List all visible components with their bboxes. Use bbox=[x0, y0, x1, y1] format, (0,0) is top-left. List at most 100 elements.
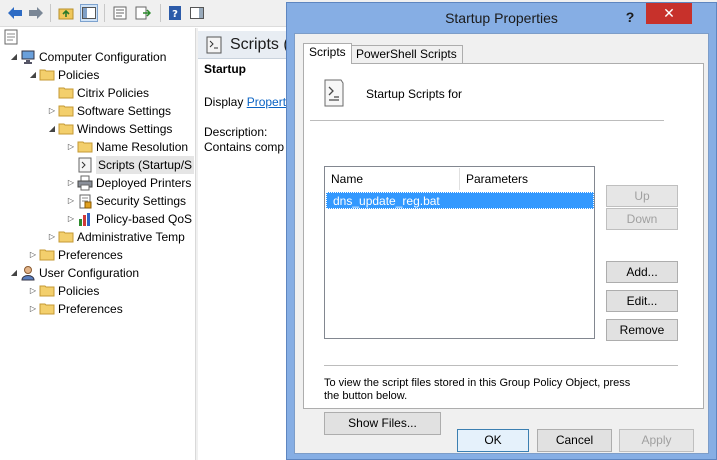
info-text-line-2: the button below. bbox=[324, 390, 408, 402]
tab-powershell-scripts[interactable]: PowerShell Scripts bbox=[350, 45, 463, 63]
ok-button[interactable]: OK bbox=[457, 429, 529, 452]
tree-item-label: Computer Configuration bbox=[39, 50, 167, 64]
up-button[interactable]: Up bbox=[606, 185, 678, 207]
tree-item[interactable]: ▷ Administrative Temp bbox=[46, 228, 185, 246]
column-header-name[interactable]: Name bbox=[325, 167, 363, 191]
cancel-button[interactable]: Cancel bbox=[537, 429, 612, 452]
collapsed-arrow-icon[interactable]: ▷ bbox=[65, 192, 77, 210]
tree-item[interactable]: Scripts (Startup/S bbox=[65, 156, 195, 174]
script-icon bbox=[77, 157, 93, 173]
dialog-help-button[interactable]: ? bbox=[619, 6, 641, 28]
up-one-level-button[interactable] bbox=[57, 4, 75, 22]
close-icon: ✕ bbox=[663, 5, 675, 21]
tree-item-label: Policies bbox=[58, 284, 100, 298]
properties-button[interactable] bbox=[111, 4, 129, 22]
collapsed-arrow-icon[interactable]: ▷ bbox=[27, 246, 39, 264]
tree-item[interactable]: ◢ Computer Configuration bbox=[8, 48, 166, 66]
folder-up-icon bbox=[58, 8, 74, 20]
tree-item[interactable]: ▷ Security Settings bbox=[65, 192, 186, 210]
scripts-list[interactable]: Name Parameters dns_update_reg.bat bbox=[324, 166, 595, 339]
tree-item[interactable]: ▷ Deployed Printers bbox=[65, 174, 191, 192]
document-icon bbox=[4, 29, 18, 45]
dialog-body: Scripts PowerShell Scripts Startup Scrip… bbox=[294, 33, 709, 454]
expanded-arrow-icon[interactable]: ◢ bbox=[8, 48, 20, 66]
svg-text:?: ? bbox=[172, 9, 178, 20]
properties-link[interactable]: Propert bbox=[247, 95, 286, 109]
folder-icon bbox=[58, 103, 74, 119]
tree-item[interactable]: ▷ Preferences bbox=[27, 300, 123, 318]
folder-icon bbox=[39, 67, 55, 83]
tree-item[interactable]: ▷ Name Resolution bbox=[65, 138, 188, 156]
tree-item-label: Policies bbox=[58, 68, 100, 82]
action-pane-icon bbox=[190, 7, 204, 19]
info-divider bbox=[324, 365, 678, 366]
expanded-arrow-icon[interactable]: ◢ bbox=[8, 264, 20, 282]
remove-button[interactable]: Remove bbox=[606, 319, 678, 341]
back-button[interactable] bbox=[6, 4, 24, 22]
forward-arrow-icon bbox=[29, 7, 43, 19]
tree-item-label: Name Resolution bbox=[96, 140, 189, 154]
script-file-icon bbox=[324, 79, 344, 107]
tree-item-label: Software Settings bbox=[77, 104, 172, 118]
tree-item-label: Scripts (Startup/S bbox=[96, 156, 195, 174]
user-icon bbox=[20, 265, 36, 281]
show-files-button[interactable]: Show Files... bbox=[324, 412, 441, 435]
info-text: To view the script files stored in this … bbox=[324, 377, 630, 403]
collapsed-arrow-icon[interactable]: ▷ bbox=[65, 174, 77, 192]
collapsed-arrow-icon[interactable]: ▷ bbox=[27, 282, 39, 300]
folder-icon bbox=[39, 247, 55, 263]
tree-item[interactable]: ▷ Policy-based QoS bbox=[65, 210, 192, 228]
printer-icon bbox=[77, 175, 93, 191]
export-list-button[interactable] bbox=[134, 4, 152, 22]
tree-item-label: Windows Settings bbox=[77, 122, 173, 136]
show-action-pane-button[interactable] bbox=[188, 4, 206, 22]
help-button[interactable]: ? bbox=[166, 4, 184, 22]
expanded-arrow-icon[interactable]: ◢ bbox=[27, 66, 39, 84]
back-arrow-icon bbox=[8, 7, 22, 19]
security-icon bbox=[77, 193, 93, 209]
tree-item[interactable]: ▷ Policies bbox=[27, 282, 99, 300]
add-button[interactable]: Add... bbox=[606, 261, 678, 283]
tree-root[interactable] bbox=[4, 28, 18, 46]
tree-item[interactable]: ◢ User Configuration bbox=[8, 264, 139, 282]
script-name-cell: dns_update_reg.bat bbox=[333, 194, 440, 208]
display-properties-line: Display Propert bbox=[204, 95, 286, 109]
expanded-arrow-icon[interactable]: ◢ bbox=[46, 120, 58, 138]
edit-button[interactable]: Edit... bbox=[606, 290, 678, 312]
collapsed-arrow-icon[interactable]: ▷ bbox=[46, 102, 58, 120]
collapsed-arrow-icon[interactable]: ▷ bbox=[46, 228, 58, 246]
tab-scripts[interactable]: Scripts bbox=[303, 43, 352, 64]
table-row[interactable]: dns_update_reg.bat bbox=[326, 192, 594, 209]
help-book-icon: ? bbox=[169, 6, 181, 20]
tree-item[interactable]: ◢ Policies bbox=[27, 66, 99, 84]
down-button[interactable]: Down bbox=[606, 208, 678, 230]
tree-item-label: Citrix Policies bbox=[77, 86, 150, 100]
tree-item[interactable]: ◢ Windows Settings bbox=[46, 120, 172, 138]
tree-item-label: Deployed Printers bbox=[96, 176, 192, 190]
folder-icon bbox=[77, 139, 93, 155]
tree-item[interactable]: ▷ Preferences bbox=[27, 246, 123, 264]
properties-icon bbox=[113, 6, 127, 20]
tree-item-label: Security Settings bbox=[96, 194, 187, 208]
header-divider bbox=[310, 120, 664, 121]
folder-icon bbox=[58, 229, 74, 245]
chart-icon bbox=[77, 211, 93, 227]
forward-button[interactable] bbox=[27, 4, 45, 22]
show-hide-console-tree-button[interactable] bbox=[80, 4, 98, 22]
column-header-parameters[interactable]: Parameters bbox=[460, 167, 528, 191]
dialog-close-button[interactable]: ✕ bbox=[646, 3, 692, 24]
folder-icon bbox=[39, 301, 55, 317]
collapsed-arrow-icon[interactable]: ▷ bbox=[27, 300, 39, 318]
folder-icon bbox=[58, 85, 74, 101]
apply-button[interactable]: Apply bbox=[619, 429, 694, 452]
console-tree: ◢ Computer Configuration ◢ Policies Citrix P… bbox=[0, 28, 195, 460]
folder-icon bbox=[39, 283, 55, 299]
tree-item[interactable]: Citrix Policies bbox=[46, 84, 149, 102]
scripts-tab-page: Startup Scripts for Name Parameters dns_… bbox=[303, 63, 704, 435]
section-heading: Startup bbox=[204, 62, 246, 76]
collapsed-arrow-icon[interactable]: ▷ bbox=[65, 138, 77, 156]
tree-item[interactable]: ▷ Software Settings bbox=[46, 102, 171, 120]
startup-properties-dialog: Startup Properties ? ✕ Scripts PowerShel… bbox=[286, 2, 717, 460]
collapsed-arrow-icon[interactable]: ▷ bbox=[65, 210, 77, 228]
script-icon bbox=[206, 36, 222, 53]
